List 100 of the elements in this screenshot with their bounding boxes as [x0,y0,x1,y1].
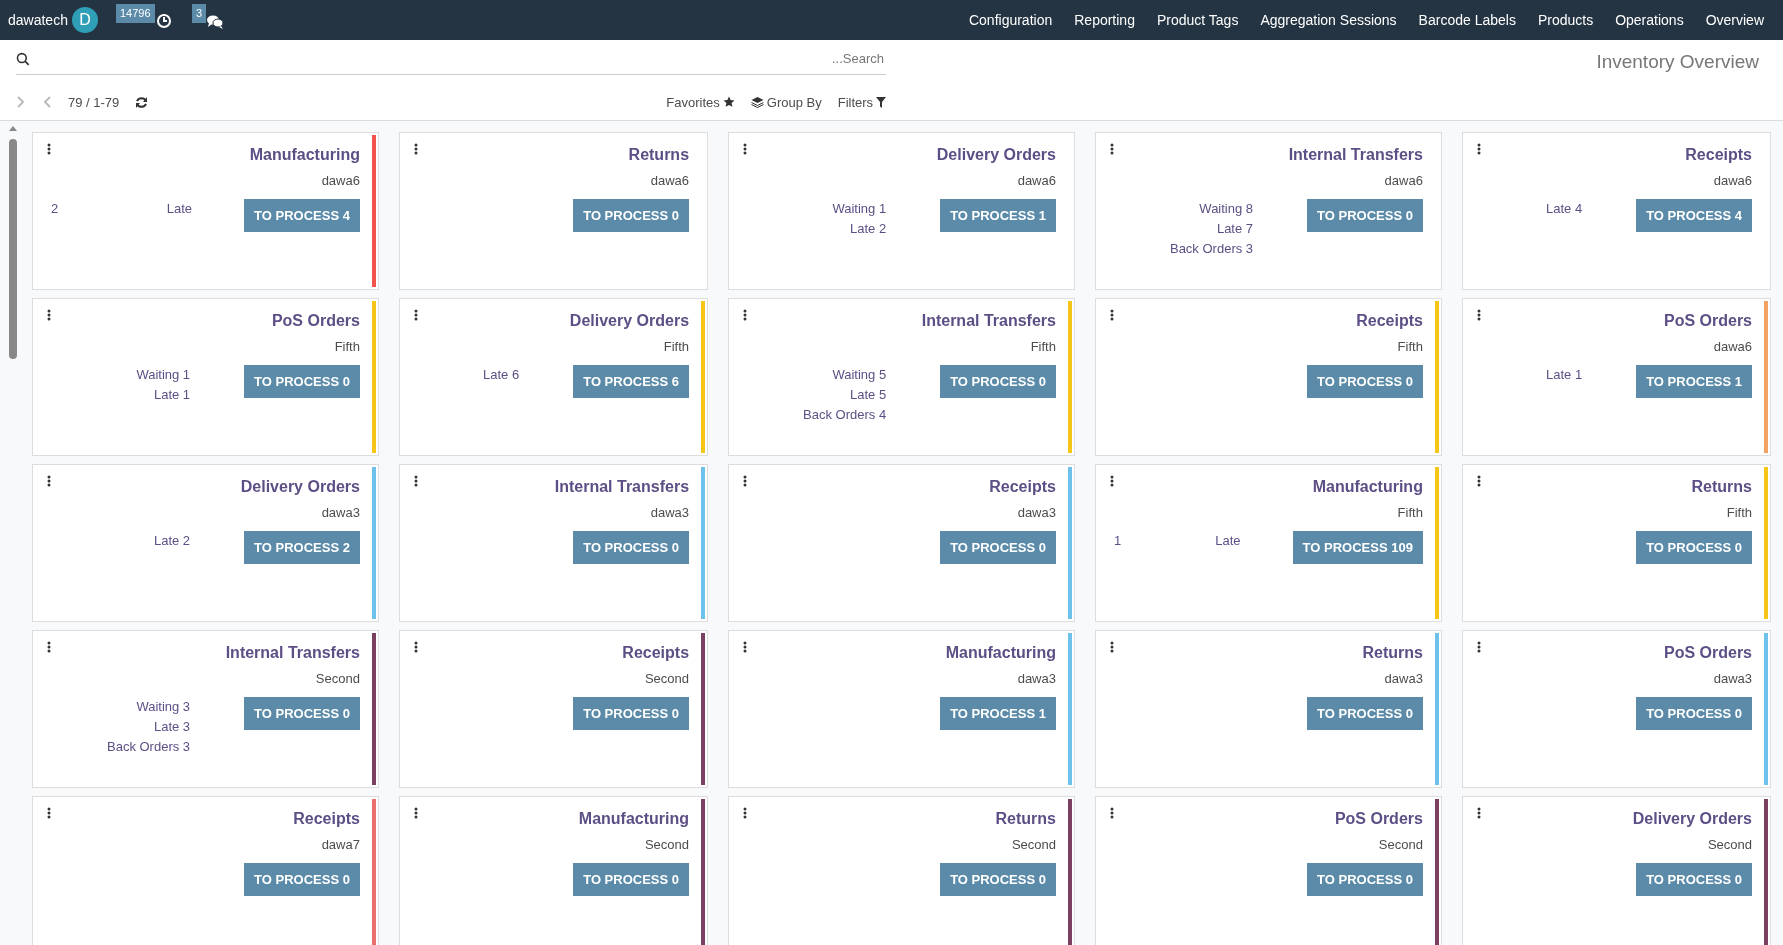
stat-link[interactable]: Late [1215,530,1241,551]
menu-item[interactable]: Barcode Labels [1407,9,1527,31]
to-process-button[interactable]: TO PROCESS 0 [244,696,360,730]
to-process-button[interactable]: TO PROCESS 0 [244,862,360,896]
card-title[interactable]: Manufacturing [1312,475,1423,499]
kebab-menu-icon[interactable] [1109,475,1114,487]
stat-link[interactable]: Late 2 [849,218,887,239]
to-process-button[interactable]: TO PROCESS 0 [1636,530,1752,564]
stat-link[interactable]: Late 1 [1546,364,1583,385]
to-process-button[interactable]: TO PROCESS 0 [244,364,360,398]
to-process-button[interactable]: TO PROCESS 4 [244,198,360,232]
kebab-menu-icon[interactable] [47,143,51,155]
kebab-menu-icon[interactable] [413,143,418,155]
to-process-button[interactable]: TO PROCESS 0 [1307,862,1423,896]
card-title[interactable]: Returns [1691,475,1752,499]
to-process-button[interactable]: TO PROCESS 0 [1307,696,1423,730]
stat-link[interactable]: Waiting 1 [832,198,887,219]
card-title[interactable]: Receipts [989,475,1056,499]
card-title[interactable]: Manufacturing [945,641,1056,665]
card-title[interactable]: PoS Orders [1663,309,1752,333]
stat-link[interactable]: Back Orders 3 [107,736,191,757]
company-name[interactable]: dawatech [8,9,68,31]
to-process-button[interactable]: TO PROCESS 0 [940,530,1056,564]
stat-link[interactable]: Back Orders 4 [803,404,887,425]
stat-link[interactable]: Late 6 [483,364,520,385]
to-process-button[interactable]: TO PROCESS 1 [940,198,1056,232]
stat-link[interactable]: Waiting 5 [832,364,887,385]
kebab-menu-icon[interactable] [47,309,51,321]
menu-item[interactable]: Reporting [1063,9,1146,31]
stat-link[interactable]: Late 2 [153,530,191,551]
kebab-menu-icon[interactable] [1476,143,1481,155]
filter-button[interactable]: Group By [742,92,830,112]
card-title[interactable]: Receipts [1685,143,1752,167]
kebab-menu-icon[interactable] [743,475,748,487]
kebab-menu-icon[interactable] [413,641,418,653]
to-process-button[interactable]: TO PROCESS 0 [573,198,690,232]
kebab-menu-icon[interactable] [1109,143,1114,155]
card-title[interactable]: Returns [995,807,1056,831]
menu-item[interactable]: Operations [1604,9,1695,31]
refresh-icon[interactable] [135,95,149,109]
stat-link[interactable]: Late 4 [1546,198,1583,219]
to-process-button[interactable]: TO PROCESS 0 [1307,364,1423,398]
card-title[interactable]: Delivery Orders [240,475,360,499]
kebab-menu-icon[interactable] [1109,641,1114,653]
to-process-button[interactable]: TO PROCESS 0 [1307,198,1423,232]
menu-item[interactable]: Products [1526,9,1605,31]
card-title[interactable]: Manufacturing [249,143,360,167]
card-title[interactable]: Delivery Orders [1632,807,1752,831]
to-process-button[interactable]: TO PROCESS 0 [573,696,690,730]
card-title[interactable]: Internal Transfers [225,641,360,665]
menu-item[interactable]: Overview [1694,9,1775,31]
kebab-menu-icon[interactable] [47,475,51,487]
kebab-menu-icon[interactable] [743,143,748,155]
to-process-button[interactable]: TO PROCESS 0 [573,530,690,564]
stat-link[interactable]: Late 3 [153,716,191,737]
stat-link[interactable]: Late 5 [849,384,887,405]
card-title[interactable]: Internal Transfers [554,475,690,499]
kebab-menu-icon[interactable] [1476,309,1481,321]
to-process-button[interactable]: TO PROCESS 6 [573,364,690,398]
to-process-button[interactable]: TO PROCESS 0 [573,862,690,896]
stat-link[interactable]: Waiting 1 [136,364,191,385]
kebab-menu-icon[interactable] [47,807,51,819]
kebab-menu-icon[interactable] [47,641,51,653]
card-title[interactable]: Returns [1362,641,1423,665]
stat-link[interactable]: Waiting 3 [136,696,191,717]
kebab-menu-icon[interactable] [1476,641,1481,653]
menu-item[interactable]: Aggregation Sessions [1249,9,1408,31]
kebab-menu-icon[interactable] [743,807,748,819]
to-process-button[interactable]: TO PROCESS 0 [940,364,1056,398]
menu-item[interactable]: Product Tags [1145,9,1250,31]
to-process-button[interactable]: TO PROCESS 0 [1636,862,1752,896]
stat-link[interactable]: Waiting 8 [1199,198,1254,219]
card-title[interactable]: Receipts [622,641,690,665]
stat-link[interactable]: Late [166,198,193,219]
card-title[interactable]: Receipts [1356,309,1423,333]
card-title[interactable]: PoS Orders [1334,807,1423,831]
to-process-button[interactable]: TO PROCESS 1 [1636,364,1752,398]
to-process-button[interactable]: TO PROCESS 2 [244,530,360,564]
stat-link[interactable]: Late 7 [1216,218,1254,239]
kebab-menu-icon[interactable] [413,807,418,819]
kebab-menu-icon[interactable] [1109,807,1114,819]
kebab-menu-icon[interactable] [1476,475,1481,487]
to-process-button[interactable]: TO PROCESS 109 [1292,530,1423,564]
card-title[interactable]: Manufacturing [578,807,690,831]
card-title[interactable]: Delivery Orders [569,309,690,333]
menu-item[interactable]: Configuration [957,9,1064,31]
to-process-button[interactable]: TO PROCESS 0 [1636,696,1752,730]
to-process-button[interactable]: TO PROCESS 1 [940,696,1056,730]
card-title[interactable]: PoS Orders [1663,641,1752,665]
stat-link[interactable]: Late 1 [153,384,191,405]
kebab-menu-icon[interactable] [743,641,748,653]
stat-link[interactable]: Back Orders 3 [1169,238,1254,259]
kebab-menu-icon[interactable] [1109,309,1114,321]
filter-button[interactable]: Favorites [658,92,743,112]
filter-button[interactable]: Filters [829,92,895,112]
to-process-button[interactable]: TO PROCESS 4 [1636,198,1752,232]
kebab-menu-icon[interactable] [413,309,418,321]
to-process-button[interactable]: TO PROCESS 0 [940,862,1056,896]
card-title[interactable]: Receipts [293,807,360,831]
kebab-menu-icon[interactable] [413,475,418,487]
